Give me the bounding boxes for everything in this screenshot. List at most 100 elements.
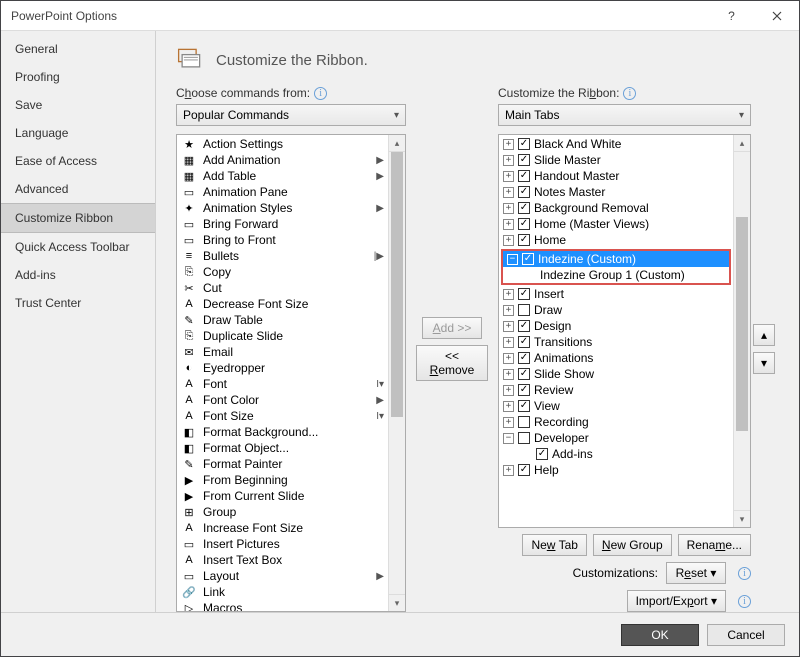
command-item[interactable]: AFont Color▶ [177,392,388,408]
expand-icon[interactable]: + [503,337,514,348]
expand-icon[interactable]: + [503,203,514,214]
cancel-button[interactable]: Cancel [707,624,785,646]
help-button[interactable]: ? [709,1,754,31]
checkbox[interactable] [522,253,534,265]
rename-button[interactable]: Rename... [678,534,751,556]
expand-icon[interactable]: + [503,321,514,332]
expand-icon[interactable]: + [503,369,514,380]
sidebar-item[interactable]: Advanced [1,175,155,203]
tree-item[interactable]: +View [499,398,733,414]
checkbox[interactable] [518,464,530,476]
expand-icon[interactable]: + [503,289,514,300]
checkbox[interactable] [518,368,530,380]
ribbon-tree[interactable]: +Black And White+Slide Master+Handout Ma… [498,134,751,528]
checkbox[interactable] [518,186,530,198]
info-icon[interactable]: i [738,595,751,608]
checkbox[interactable] [518,218,530,230]
expand-icon[interactable]: + [503,401,514,412]
move-down-button[interactable]: ▾ [753,352,775,374]
tree-item[interactable]: +Handout Master [499,168,733,184]
move-up-button[interactable]: ▴ [753,324,775,346]
sidebar-item[interactable]: Quick Access Toolbar [1,233,155,261]
command-item[interactable]: 🔗Link [177,584,388,600]
commands-listbox[interactable]: ★Action Settings▦Add Animation▶▦Add Tabl… [176,134,406,612]
expand-icon[interactable]: − [507,254,518,265]
command-item[interactable]: ▭Layout▶ [177,568,388,584]
expand-icon[interactable]: + [503,219,514,230]
checkbox[interactable] [518,202,530,214]
command-item[interactable]: ▭Insert Pictures [177,536,388,552]
expand-icon[interactable]: − [503,433,514,444]
sidebar-item[interactable]: Proofing [1,63,155,91]
checkbox[interactable] [518,384,530,396]
command-item[interactable]: ▶From Current Slide [177,488,388,504]
tree-item[interactable]: +Review [499,382,733,398]
checkbox[interactable] [518,400,530,412]
expand-icon[interactable]: + [503,139,514,150]
tree-item[interactable]: +Transitions [499,334,733,350]
checkbox[interactable] [518,352,530,364]
checkbox[interactable] [518,170,530,182]
command-item[interactable]: ▭Bring to Front [177,232,388,248]
command-item[interactable]: ◧Format Background... [177,424,388,440]
expand-icon[interactable]: + [503,235,514,246]
command-item[interactable]: ✦Animation Styles▶ [177,200,388,216]
sidebar-item[interactable]: General [1,35,155,63]
checkbox[interactable] [518,288,530,300]
tree-item[interactable]: +Slide Master [499,152,733,168]
tree-item[interactable]: −Developer [499,430,733,446]
reset-button[interactable]: Reset ▾ [666,562,726,584]
import-export-button[interactable]: Import/Export ▾ [627,590,726,612]
tree-item[interactable]: +Black And White [499,136,733,152]
checkbox[interactable] [518,416,530,428]
command-item[interactable]: ⎘Duplicate Slide [177,328,388,344]
scrollbar[interactable]: ▴ ▾ [733,135,750,527]
tree-item[interactable]: +Help [499,462,733,478]
expand-icon[interactable]: + [503,171,514,182]
command-item[interactable]: AIncrease Font Size [177,520,388,536]
command-item[interactable]: ▭Animation Pane [177,184,388,200]
tree-item[interactable]: +Notes Master [499,184,733,200]
command-item[interactable]: AInsert Text Box [177,552,388,568]
tree-item[interactable]: −Indezine (Custom) [503,251,729,267]
command-item[interactable]: AFontI▾ [177,376,388,392]
expand-icon[interactable]: + [503,187,514,198]
checkbox[interactable] [518,336,530,348]
expand-icon[interactable]: + [503,417,514,428]
checkbox[interactable] [518,234,530,246]
checkbox[interactable] [518,138,530,150]
tree-item[interactable]: +Animations [499,350,733,366]
info-icon[interactable]: i [314,87,327,100]
command-item[interactable]: ★Action Settings [177,136,388,152]
tree-item[interactable]: +Home (Master Views) [499,216,733,232]
expand-icon[interactable]: + [503,155,514,166]
expand-icon[interactable]: + [503,353,514,364]
tree-item[interactable]: +Draw [499,302,733,318]
info-icon[interactable]: i [623,87,636,100]
new-group-button[interactable]: New Group [593,534,672,556]
checkbox[interactable] [518,154,530,166]
tree-item[interactable]: +Home [499,232,733,248]
close-button[interactable] [754,1,799,31]
command-item[interactable]: ▷Macros [177,600,388,611]
tree-item[interactable]: Add-ins [499,446,733,462]
command-item[interactable]: ▦Add Animation▶ [177,152,388,168]
remove-button[interactable]: << Remove [416,345,488,381]
tree-item[interactable]: +Slide Show [499,366,733,382]
tree-item[interactable]: +Background Removal [499,200,733,216]
tree-item[interactable]: +Design [499,318,733,334]
sidebar-item[interactable]: Save [1,91,155,119]
expand-icon[interactable]: + [503,305,514,316]
command-item[interactable]: ▶From Beginning [177,472,388,488]
sidebar-item[interactable]: Add-ins [1,261,155,289]
command-item[interactable]: ADecrease Font Size [177,296,388,312]
command-item[interactable]: ✉Email [177,344,388,360]
sidebar-item[interactable]: Trust Center [1,289,155,317]
tree-item[interactable]: +Insert [499,286,733,302]
sidebar-item[interactable]: Ease of Access [1,147,155,175]
sidebar-item[interactable]: Language [1,119,155,147]
new-tab-button[interactable]: New Tab [522,534,586,556]
command-item[interactable]: AFont SizeI▾ [177,408,388,424]
expand-icon[interactable]: + [503,465,514,476]
ok-button[interactable]: OK [621,624,699,646]
